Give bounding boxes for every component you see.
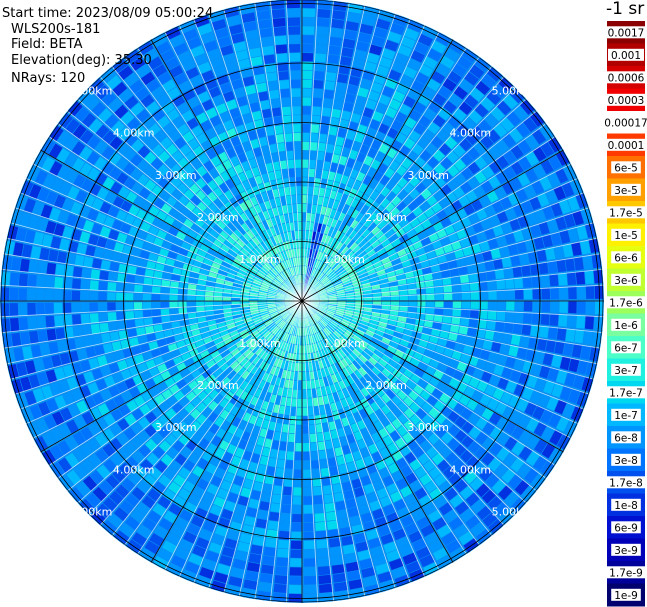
instrument-label: WLS200s-181 xyxy=(11,22,101,37)
colorbar-tick-label: 0.001 xyxy=(611,50,641,62)
colorbar-tick-label: 0.0001 xyxy=(608,140,645,152)
colorbar-tick-label: 3e-9 xyxy=(614,545,638,557)
colorbar-tick-label: 6e-5 xyxy=(614,162,638,174)
ring-label: 3.00km xyxy=(155,169,197,182)
colorbar-tick-label: 1e-8 xyxy=(614,500,638,512)
ring-label: 2.00km xyxy=(197,211,239,224)
colorbar-tick-label: 0.0017 xyxy=(608,27,645,39)
ring-label: 1.00km xyxy=(323,337,365,350)
colorbar-tick-label: 6e-8 xyxy=(614,432,638,444)
start-time-label: Start time: 2023/08/09 05:00:24 xyxy=(2,6,214,21)
ring-label: 2.00km xyxy=(197,379,239,392)
ring-label: 2.00km xyxy=(365,379,407,392)
colorbar-units-label: -1 sr xyxy=(606,0,645,19)
ring-label: 3.00km xyxy=(407,421,449,434)
colorbar-tick-label: 1e-6 xyxy=(614,320,638,332)
ring-label: 3.00km xyxy=(155,421,197,434)
ring-label: 5.00km xyxy=(492,505,534,518)
ring-label: 5.00km xyxy=(492,85,534,98)
ring-label: 1.00km xyxy=(239,337,281,350)
colorbar-tick-label: 1.7e-7 xyxy=(609,387,643,399)
colorbar-tick-label: 3e-7 xyxy=(614,365,638,377)
colorbar-tick-label: 1.7e-6 xyxy=(609,297,643,309)
colorbar-tick-label: 6e-7 xyxy=(614,342,638,354)
ring-label: 4.00km xyxy=(450,463,492,476)
colorbar-tick-label: 3e-5 xyxy=(614,185,638,197)
ring-label: 2.00km xyxy=(365,211,407,224)
colorbar-tick-label: 1.7e-9 xyxy=(609,567,643,579)
colorbar-tick-label: 1e-5 xyxy=(614,230,638,242)
field-label: Field: BETA xyxy=(11,37,83,52)
ring-label: 4.00km xyxy=(450,127,492,140)
elevation-label: Elevation(deg): 35.30 xyxy=(11,53,152,68)
colorbar-tick-label: 0.0003 xyxy=(608,95,645,107)
colorbar-tick-label: 1e-7 xyxy=(614,410,638,422)
ring-label: 1.00km xyxy=(323,253,365,266)
colorbar-tick-label: 1.7e-8 xyxy=(609,477,643,489)
colorbar-tick-label: 0.00017 xyxy=(604,117,647,129)
ring-label: 5.00km xyxy=(71,85,113,98)
nrays-label: NRays: 120 xyxy=(11,71,86,86)
ring-label: 3.00km xyxy=(407,169,449,182)
ppi-plot: 1.00km 1.00km 1.00km 1.00km 2.00km 2.00km 2.00… xyxy=(0,0,647,607)
colorbar-tick-label: 6e-6 xyxy=(614,252,638,264)
colorbar-tick-label: 1e-9 xyxy=(614,590,638,602)
colorbar-tick-label: 1.7e-5 xyxy=(609,207,643,219)
colorbar-tick-label: 0.0006 xyxy=(608,72,645,84)
colorbar-tick-label: 6e-9 xyxy=(614,522,638,534)
ring-label: 4.00km xyxy=(113,127,155,140)
colorbar-tick-label: 3e-6 xyxy=(614,275,638,287)
ring-label: 4.00km xyxy=(113,463,155,476)
ring-label: 5.00km xyxy=(71,505,113,518)
colorbar: 0.0017 0.001 0.0006 0.0003 0.00017 0.0001 6e-5… xyxy=(601,21,647,607)
colorbar-tick-label: 3e-8 xyxy=(614,455,638,467)
ring-label: 1.00km xyxy=(239,253,281,266)
